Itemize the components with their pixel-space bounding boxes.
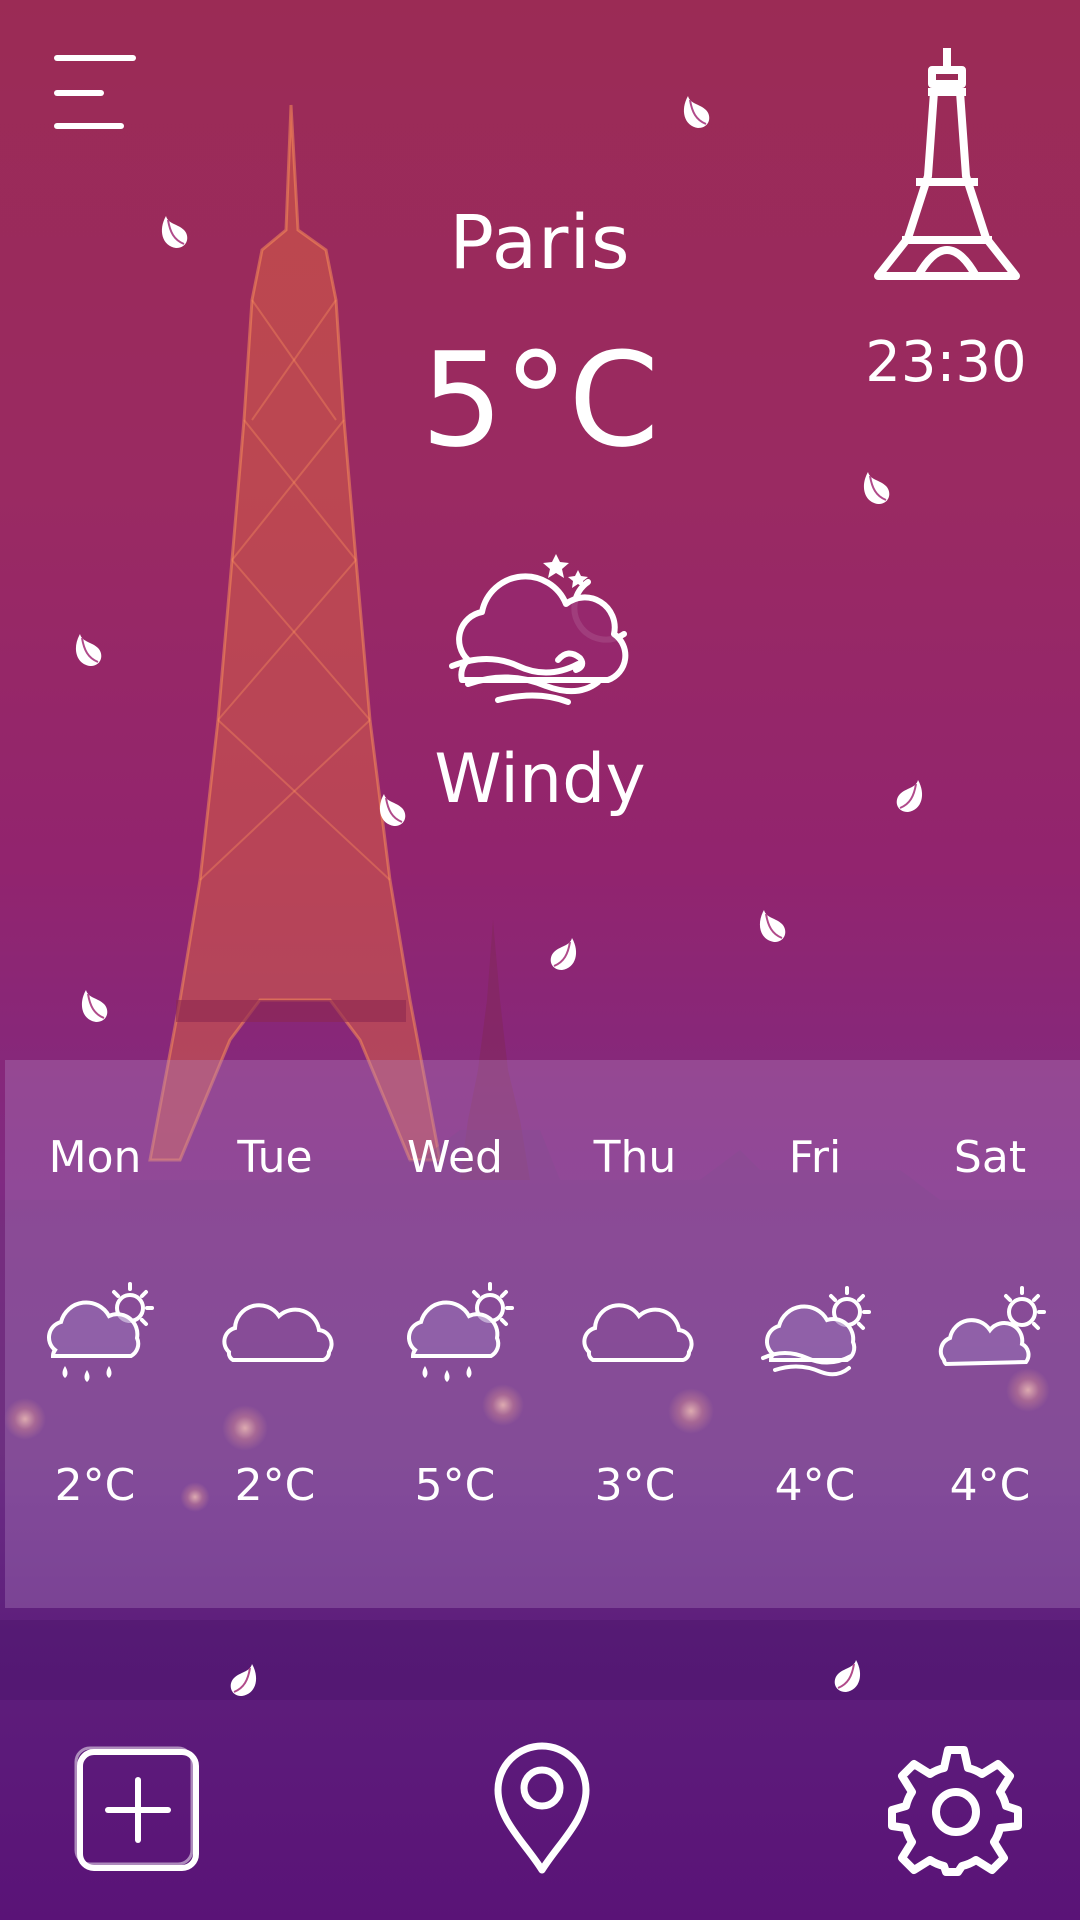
forecast-temperature: 3°C: [594, 1460, 676, 1511]
rain-sun-icon: [47, 1282, 154, 1382]
forecast-day[interactable]: Sat 4°C: [900, 1060, 1080, 1608]
forecast-day[interactable]: Fri 4°C: [725, 1060, 905, 1608]
leaf-icon: [550, 938, 577, 970]
forecast-day[interactable]: Wed 5°C: [365, 1060, 545, 1608]
forecast-temperature: 4°C: [949, 1460, 1031, 1511]
hamburger-menu-icon[interactable]: [54, 55, 136, 131]
local-time: 23:30: [865, 330, 1027, 395]
leaf-icon: [75, 634, 102, 666]
windy-cloud-sun-icon: [761, 1286, 871, 1377]
weekly-forecast: Mon 2°C Tue 2°C Wed 5°C Thu 3°C Fri 4°C …: [5, 1060, 1080, 1608]
city-name: Paris: [449, 200, 631, 286]
weather-condition: Windy: [434, 740, 646, 819]
cloud-icon: [222, 1303, 334, 1362]
rain-sun-icon: [407, 1282, 514, 1382]
background-illustration: [0, 104, 1080, 1700]
forecast-temperature: 4°C: [774, 1460, 856, 1511]
forecast-temperature: 2°C: [234, 1460, 316, 1511]
leaf-icon: [230, 1664, 257, 1696]
cloud-sun-icon: [938, 1286, 1046, 1367]
leaf-icon: [683, 96, 710, 128]
forecast-day[interactable]: Mon 2°C: [5, 1060, 185, 1608]
add-square-icon[interactable]: [72, 1744, 204, 1876]
location-pin-icon[interactable]: [490, 1740, 594, 1876]
windy-night-cloud-moon-icon: [449, 554, 629, 705]
forecast-temperature: 5°C: [414, 1460, 496, 1511]
forecast-day-label: Sat: [953, 1132, 1027, 1183]
leaf-icon: [834, 1660, 861, 1692]
forecast-day-label: Tue: [237, 1132, 313, 1183]
forecast-day-label: Thu: [593, 1132, 677, 1183]
leaf-icon: [81, 990, 108, 1022]
gear-icon[interactable]: [888, 1740, 1024, 1876]
forecast-day-label: Fri: [788, 1132, 842, 1183]
leaf-icon: [863, 472, 890, 504]
forecast-day-label: Mon: [48, 1132, 142, 1183]
forecast-day[interactable]: Thu 3°C: [545, 1060, 725, 1608]
forecast-day[interactable]: Tue 2°C: [185, 1060, 365, 1608]
leaf-icon: [759, 910, 786, 942]
cloud-icon: [582, 1303, 694, 1362]
forecast-day-label: Wed: [407, 1132, 503, 1183]
forecast-temperature: 2°C: [54, 1460, 136, 1511]
